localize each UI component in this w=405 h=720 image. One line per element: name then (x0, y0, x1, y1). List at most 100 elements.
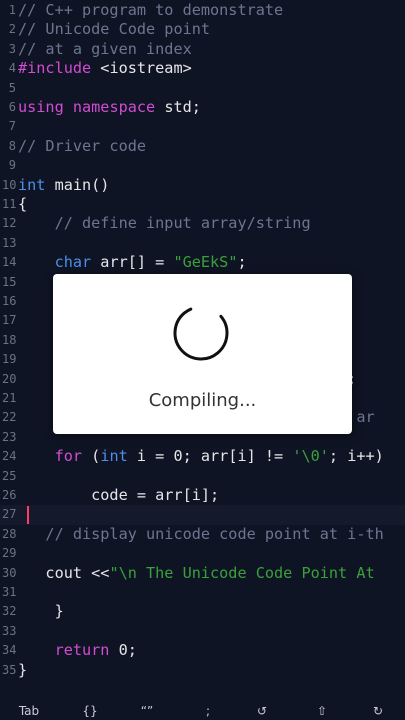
line-number: 24 (2, 449, 17, 464)
code-token: <iostream> (91, 59, 192, 78)
code-text: using namespace std; (18, 98, 201, 117)
code-token: // Unicode Code point (18, 20, 211, 39)
code-token: char (54, 253, 92, 272)
code-token: "GeEkS" (173, 253, 238, 272)
line-number: 13 (2, 235, 17, 250)
code-token: // Driver code (18, 136, 147, 155)
code-line[interactable]: 9 (0, 156, 405, 175)
code-line[interactable]: 24 for (int i = 0; arr[i] != '\0'; i++) (0, 447, 405, 466)
code-line[interactable]: 11{ (0, 195, 405, 214)
line-number: 7 (8, 119, 16, 134)
code-line[interactable]: 14 char arr[] = "GeEkS"; (0, 253, 405, 272)
line-number: 14 (2, 255, 17, 270)
line-number: 4 (8, 61, 16, 76)
code-line[interactable]: 31 (0, 583, 405, 602)
code-line[interactable]: 30 cout <<"\n The Unicode Code Point At (0, 564, 405, 583)
code-line[interactable]: 3// at a given index (0, 40, 405, 59)
shift-arrow-icon[interactable]: ⇧ (310, 703, 334, 719)
code-token: '\0' (292, 447, 329, 466)
code-token: ; (237, 253, 247, 272)
redo-icon[interactable]: ↻ (366, 703, 390, 719)
line-number: 2 (8, 22, 16, 37)
line-number: 29 (2, 546, 17, 561)
code-line[interactable]: 32 } (0, 602, 405, 621)
code-token: { (18, 195, 28, 213)
code-line[interactable]: 4 #include <iostream> (0, 59, 405, 78)
line-number: 32 (2, 604, 17, 619)
loading-spinner-icon (173, 305, 229, 361)
quotes-key[interactable]: “” (135, 703, 159, 719)
code-text: // Driver code (18, 137, 146, 156)
code-line[interactable]: 2// Unicode Code point (0, 20, 405, 39)
line-number: 21 (2, 391, 17, 405)
code-text: // Unicode Code point (18, 20, 210, 39)
code-token: cout << (18, 563, 110, 582)
line-number: 6 (8, 100, 16, 114)
code-token: i = 0; arr[i] != (127, 447, 293, 466)
line-number: 20 (2, 371, 17, 386)
extra-keys-bar: Tab {} “”; ↺ ⇧ ↻ (0, 700, 405, 720)
line-number: 8 (8, 138, 16, 153)
undo-icon[interactable]: ↺ (250, 703, 274, 719)
line-number: 30 (2, 565, 17, 580)
code-line[interactable]: 5 (0, 79, 405, 98)
code-line[interactable]: 35} (0, 661, 405, 680)
semicolon-key[interactable]: ; (196, 703, 220, 719)
code-token: // display unicode code point at i-th (18, 524, 384, 543)
code-line[interactable]: 26 code = arr[i]; (0, 486, 405, 505)
code-text: cout <<"\n The Unicode Code Point At (18, 563, 375, 583)
line-number: 10 (2, 177, 17, 192)
code-line[interactable]: 12 // define input array/string (0, 214, 405, 233)
compiling-status-text: Compiling... (148, 390, 257, 411)
code-text: { (18, 195, 27, 214)
code-text: char arr[] = "GeEkS"; (18, 253, 247, 272)
code-line[interactable]: 33 (0, 622, 405, 641)
code-text: } (18, 661, 27, 680)
code-token: int (18, 175, 46, 194)
code-line[interactable]: 10 int main() (0, 176, 405, 195)
code-text: // C++ program to demonstrate (18, 1, 283, 20)
code-line[interactable]: 6 using namespace std; (0, 98, 405, 117)
code-line[interactable]: 28 // display unicode code point at i-th (0, 525, 405, 544)
code-line[interactable]: 29 (0, 544, 405, 563)
line-number: 16 (2, 294, 17, 308)
line-number: 15 (2, 274, 17, 289)
code-line[interactable]: 25 (0, 467, 405, 486)
code-text: return 0; (18, 641, 137, 660)
code-token: for (54, 447, 83, 466)
line-number: 26 (2, 488, 17, 502)
code-line[interactable]: 7 (0, 117, 405, 136)
line-number: 11 (2, 197, 17, 211)
code-token: using (18, 98, 64, 116)
code-text: } (18, 602, 64, 621)
code-text: #include <iostream> (18, 59, 192, 78)
line-number: 9 (8, 158, 16, 173)
code-token: "\n The Unicode Code Point At (109, 563, 375, 582)
code-line[interactable]: 27 (0, 505, 405, 525)
code-token: #include (18, 59, 92, 78)
code-token: ; i++) (328, 447, 384, 466)
line-number: 28 (2, 526, 17, 541)
line-number: 5 (8, 80, 16, 95)
compiling-dialog: Compiling... (53, 274, 352, 434)
code-token: main() (45, 175, 110, 194)
code-token: } (18, 660, 28, 679)
braces-key[interactable]: {} (78, 703, 102, 719)
code-token: std; (155, 98, 201, 116)
line-number: 31 (2, 585, 17, 599)
code-line[interactable]: 8// Driver code (0, 137, 405, 156)
tab-key[interactable]: Tab (17, 703, 41, 719)
line-number: 23 (2, 429, 17, 444)
code-text: code = arr[i]; (18, 486, 219, 505)
code-token: } (18, 602, 64, 621)
code-line[interactable]: 34 return 0; (0, 641, 405, 660)
code-line[interactable]: 1// C++ program to demonstrate (0, 1, 405, 20)
line-number: 22 (2, 410, 17, 425)
code-line[interactable]: 13 (0, 234, 405, 253)
line-number: 34 (2, 643, 17, 658)
line-number: 27 (2, 507, 17, 522)
